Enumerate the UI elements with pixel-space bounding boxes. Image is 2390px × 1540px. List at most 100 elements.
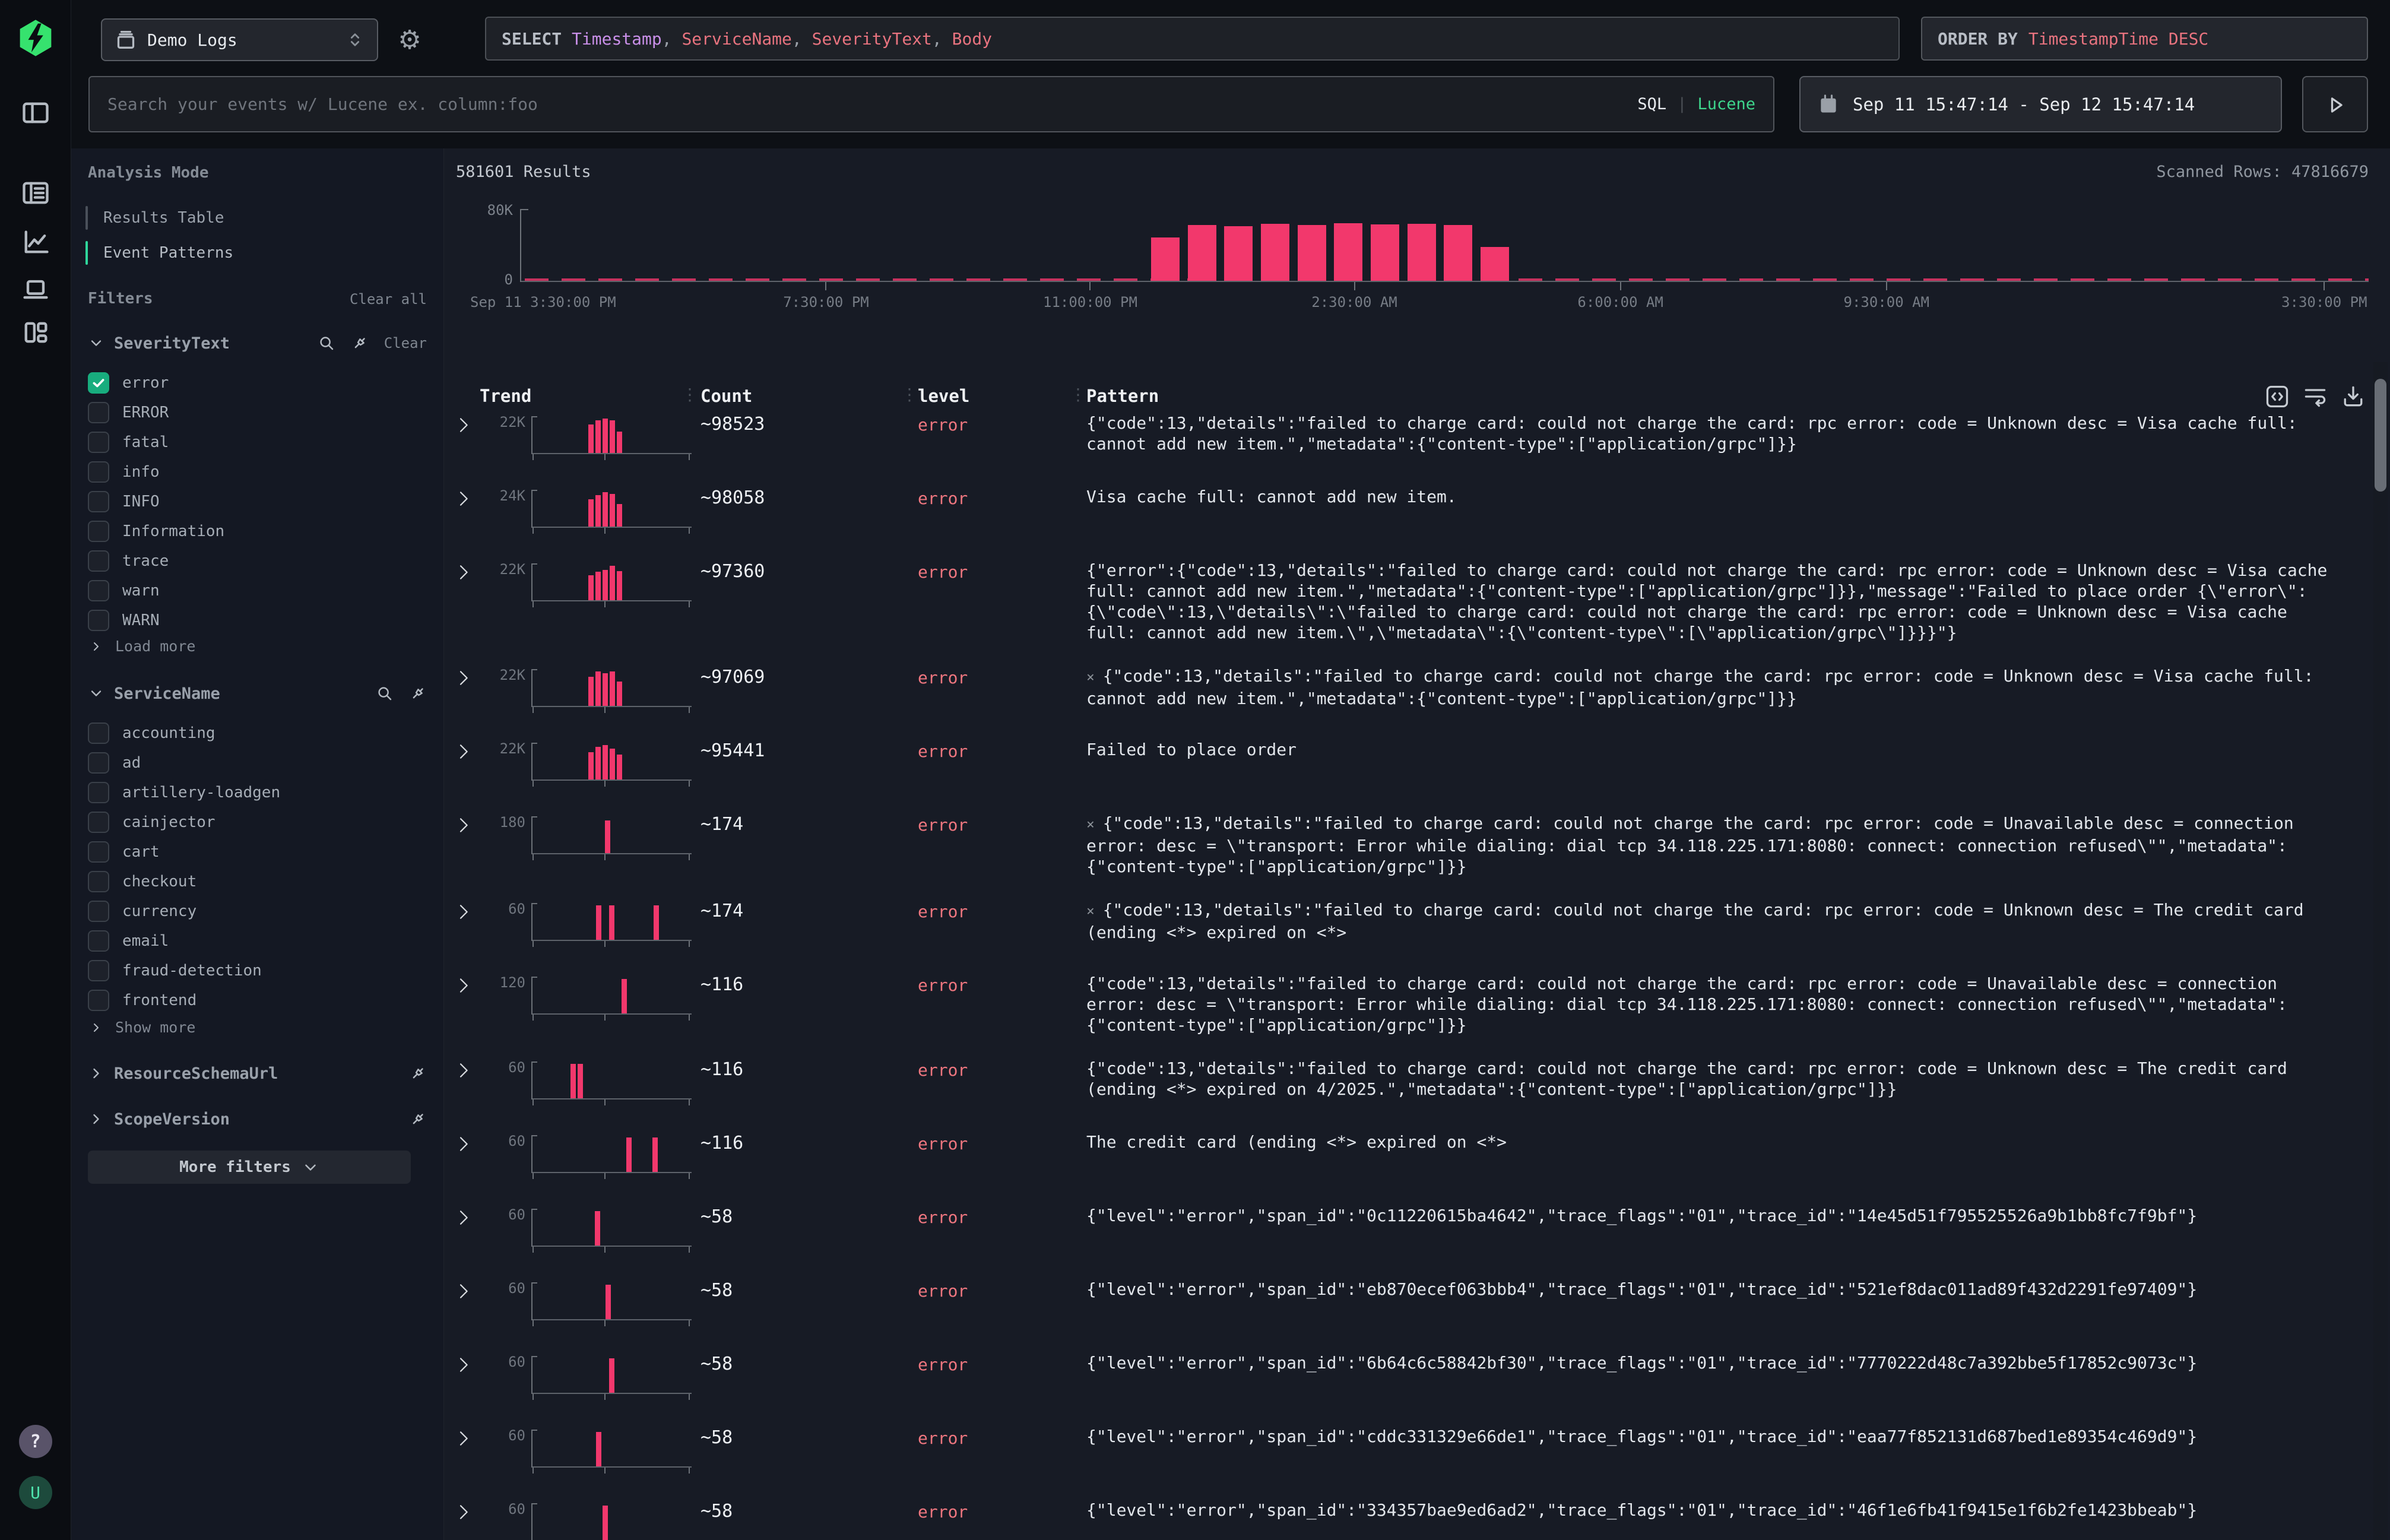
filter-option-cainjector[interactable]: cainjector bbox=[71, 807, 443, 837]
filter-option-warn[interactable]: warn bbox=[71, 576, 443, 606]
checkbox-unchecked[interactable] bbox=[88, 461, 109, 483]
download-icon[interactable] bbox=[2340, 384, 2366, 410]
expand-row-chevron-icon[interactable] bbox=[454, 668, 474, 688]
column-separator[interactable]: ⋮ bbox=[1070, 385, 1086, 404]
checkbox-unchecked[interactable] bbox=[88, 723, 109, 744]
search-input[interactable]: Search your events w/ Lucene ex. column:… bbox=[88, 76, 1774, 132]
checkbox-unchecked[interactable] bbox=[88, 841, 109, 863]
expand-row-chevron-icon[interactable] bbox=[454, 1428, 474, 1449]
filter-option-trace[interactable]: trace bbox=[71, 546, 443, 576]
filter-option-email[interactable]: email bbox=[71, 926, 443, 956]
pin-icon[interactable] bbox=[409, 685, 427, 702]
sql-select-editor[interactable]: SELECT Timestamp, ServiceName, SeverityT… bbox=[485, 17, 1900, 61]
checkbox-unchecked[interactable] bbox=[88, 432, 109, 453]
pattern-row[interactable]: 22K ~97069 error × {"code":13,"details":… bbox=[444, 666, 2390, 739]
expand-row-chevron-icon[interactable] bbox=[454, 1502, 474, 1522]
filter-option-cart[interactable]: cart bbox=[71, 837, 443, 867]
checkbox-unchecked[interactable] bbox=[88, 491, 109, 512]
pattern-row[interactable]: 60 ~174 error × {"code":13,"details":"fa… bbox=[444, 899, 2390, 973]
expand-row-chevron-icon[interactable] bbox=[454, 975, 474, 996]
expand-row-chevron-icon[interactable] bbox=[454, 742, 474, 762]
expand-row-chevron-icon[interactable] bbox=[454, 815, 474, 835]
filter-option-info[interactable]: info bbox=[71, 457, 443, 487]
search-icon[interactable] bbox=[376, 685, 394, 702]
expand-row-chevron-icon[interactable] bbox=[454, 1134, 474, 1154]
checkbox-unchecked[interactable] bbox=[88, 402, 109, 423]
pattern-row[interactable]: 60 ~58 error {"level":"error","span_id":… bbox=[444, 1279, 2390, 1352]
expand-row-chevron-icon[interactable] bbox=[454, 562, 474, 582]
filter-group-scopeversion[interactable]: ScopeVersion bbox=[88, 1106, 427, 1132]
filter-option-fraud-detection[interactable]: fraud-detection bbox=[71, 956, 443, 986]
expand-row-chevron-icon[interactable] bbox=[454, 1281, 474, 1301]
expand-row-chevron-icon[interactable] bbox=[454, 1355, 474, 1375]
checkbox-unchecked[interactable] bbox=[88, 752, 109, 774]
search-icon[interactable] bbox=[318, 334, 335, 352]
filter-option-ERROR[interactable]: ERROR bbox=[71, 398, 443, 427]
analysis-mode-event-patterns[interactable]: Event Patterns bbox=[85, 240, 233, 266]
mode-toggle-sql[interactable]: SQL bbox=[1637, 95, 1666, 113]
filter-group-severitytext[interactable]: SeverityText Clear bbox=[88, 330, 427, 356]
show-more-link[interactable]: Show more bbox=[89, 1019, 195, 1036]
checkbox-unchecked[interactable] bbox=[88, 990, 109, 1011]
pattern-row[interactable]: 24K ~98058 error Visa cache full: cannot… bbox=[444, 486, 2390, 560]
pattern-row[interactable]: 22K ~97360 error {"error":{"code":13,"de… bbox=[444, 560, 2390, 666]
expand-row-chevron-icon[interactable] bbox=[454, 415, 474, 435]
checkbox-unchecked[interactable] bbox=[88, 871, 109, 892]
filter-option-accounting[interactable]: accounting bbox=[71, 718, 443, 748]
filter-option-INFO[interactable]: INFO bbox=[71, 487, 443, 516]
expand-row-chevron-icon[interactable] bbox=[454, 902, 474, 922]
checkbox-unchecked[interactable] bbox=[88, 782, 109, 803]
view-code-icon[interactable] bbox=[2264, 384, 2290, 410]
checkbox-checked[interactable] bbox=[88, 372, 109, 394]
source-select[interactable]: Demo Logs bbox=[101, 18, 378, 61]
pattern-row[interactable]: 60 ~116 error The credit card (ending <*… bbox=[444, 1132, 2390, 1205]
checkbox-unchecked[interactable] bbox=[88, 521, 109, 542]
checkbox-unchecked[interactable] bbox=[88, 550, 109, 572]
pin-icon[interactable] bbox=[409, 1064, 427, 1082]
chart-explorer-icon[interactable] bbox=[20, 227, 51, 258]
more-filters-button[interactable]: More filters bbox=[88, 1151, 411, 1184]
pin-icon[interactable] bbox=[409, 1110, 427, 1128]
clear-group-link[interactable]: Clear bbox=[384, 335, 427, 351]
checkbox-unchecked[interactable] bbox=[88, 812, 109, 833]
vertical-scrollbar[interactable] bbox=[2373, 362, 2388, 1540]
column-separator[interactable]: ⋮ bbox=[901, 385, 918, 404]
mode-toggle-lucene[interactable]: Lucene bbox=[1697, 95, 1755, 113]
dashboards-icon[interactable] bbox=[20, 317, 51, 348]
pattern-row[interactable]: 120 ~116 error {"code":13,"details":"fai… bbox=[444, 973, 2390, 1058]
checkbox-unchecked[interactable] bbox=[88, 610, 109, 631]
scrollbar-thumb[interactable] bbox=[2375, 379, 2386, 492]
gear-icon[interactable]: ⚙ bbox=[395, 23, 424, 57]
pattern-row[interactable]: 60 ~58 error {"level":"error","span_id":… bbox=[444, 1205, 2390, 1279]
column-separator[interactable]: ⋮ bbox=[682, 385, 698, 404]
sidebar-toggle-icon[interactable] bbox=[20, 97, 51, 128]
pattern-row[interactable]: 60 ~58 error {"level":"error","span_id":… bbox=[444, 1352, 2390, 1426]
expand-row-chevron-icon[interactable] bbox=[454, 489, 474, 509]
expand-row-chevron-icon[interactable] bbox=[454, 1060, 474, 1080]
filter-group-resourceschemaurl[interactable]: ResourceSchemaUrl bbox=[88, 1060, 427, 1086]
load-more-link[interactable]: Load more bbox=[89, 638, 195, 655]
filter-option-frontend[interactable]: frontend bbox=[71, 986, 443, 1015]
app-logo[interactable] bbox=[15, 18, 56, 58]
filter-option-Information[interactable]: Information bbox=[71, 516, 443, 546]
pattern-row[interactable]: 60 ~116 error {"code":13,"details":"fail… bbox=[444, 1058, 2390, 1132]
text-wrap-icon[interactable] bbox=[2302, 384, 2328, 410]
filter-option-currency[interactable]: currency bbox=[71, 896, 443, 926]
expand-row-chevron-icon[interactable] bbox=[454, 1208, 474, 1228]
time-range-picker[interactable]: Sep 11 15:47:14 - Sep 12 15:47:14 bbox=[1799, 76, 2282, 132]
filter-option-ad[interactable]: ad bbox=[71, 748, 443, 778]
pattern-row[interactable]: 22K ~95441 error Failed to place order bbox=[444, 739, 2390, 813]
pattern-row[interactable]: 60 ~58 error {"level":"error","span_id":… bbox=[444, 1426, 2390, 1500]
sessions-icon[interactable] bbox=[20, 274, 51, 305]
search-logs-icon[interactable] bbox=[20, 178, 51, 208]
filter-group-servicename[interactable]: ServiceName bbox=[88, 680, 427, 706]
filter-option-artillery-loadgen[interactable]: artillery-loadgen bbox=[71, 778, 443, 807]
checkbox-unchecked[interactable] bbox=[88, 960, 109, 981]
help-button[interactable]: ? bbox=[19, 1425, 52, 1458]
checkbox-unchecked[interactable] bbox=[88, 580, 109, 601]
filter-option-WARN[interactable]: WARN bbox=[71, 606, 443, 635]
clear-all-link[interactable]: Clear all bbox=[350, 291, 427, 308]
pattern-row[interactable]: 180 ~174 error × {"code":13,"details":"f… bbox=[444, 813, 2390, 899]
pin-icon[interactable] bbox=[351, 334, 369, 352]
user-avatar[interactable]: U bbox=[19, 1476, 52, 1509]
